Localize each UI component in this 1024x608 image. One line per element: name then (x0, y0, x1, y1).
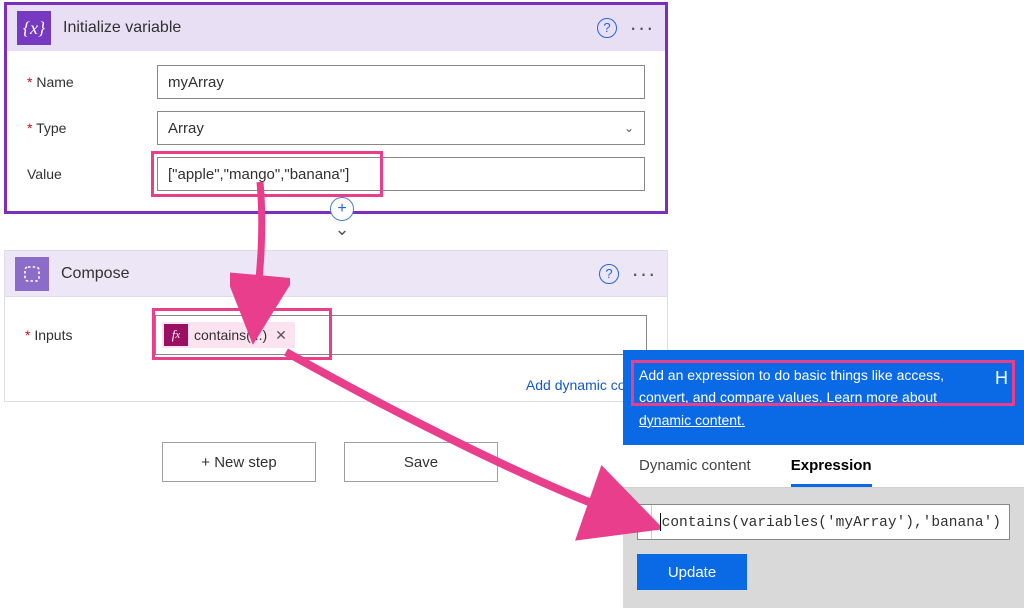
pill-text: contains(...) (194, 327, 267, 343)
initialize-variable-body: * Name myArray * Type Array ⌄ Value ["ap… (7, 51, 665, 211)
expression-panel: H Add an expression to do basic things l… (623, 350, 1024, 608)
update-button[interactable]: Update (637, 554, 747, 590)
compose-card: Compose ? ··· * Inputs fx contains(...) … (4, 250, 668, 402)
variable-icon: {x} (17, 11, 51, 45)
expression-tabs: Dynamic content Expression (623, 445, 1024, 488)
name-input[interactable]: myArray (157, 65, 645, 99)
add-step-icon[interactable]: + (330, 197, 354, 221)
expression-input[interactable]: fx contains(variables('myArray'),'banana… (637, 504, 1010, 540)
compose-icon (15, 257, 49, 291)
tab-dynamic-content[interactable]: Dynamic content (639, 457, 751, 487)
value-input[interactable]: ["apple","mango","banana"] (157, 157, 645, 191)
arrow-down-icon: ⌄ (328, 219, 356, 240)
fx-icon: fx (638, 505, 652, 539)
connector: + ⌄ (328, 197, 356, 240)
initialize-variable-card: {x} Initialize variable ? ··· * Name myA… (4, 2, 668, 214)
help-icon[interactable]: ? (597, 18, 617, 38)
name-label: * Name (27, 74, 157, 90)
type-select[interactable]: Array ⌄ (157, 111, 645, 145)
tab-expression[interactable]: Expression (791, 457, 872, 487)
help-icon[interactable]: ? (599, 264, 619, 284)
more-icon[interactable]: ··· (631, 261, 657, 287)
type-label: * Type (27, 120, 157, 136)
fx-icon: fx (164, 324, 188, 346)
card-title: Compose (61, 265, 587, 283)
expression-hint: H Add an expression to do basic things l… (623, 350, 1024, 445)
inputs-field[interactable]: fx contains(...) ✕ (155, 315, 647, 355)
chevron-down-icon: ⌄ (624, 121, 634, 135)
remove-pill-icon[interactable]: ✕ (273, 327, 289, 344)
compose-header[interactable]: Compose ? ··· (5, 251, 667, 297)
more-icon[interactable]: ··· (629, 15, 655, 41)
initialize-variable-header[interactable]: {x} Initialize variable ? ··· (7, 5, 665, 51)
inputs-label: * Inputs (25, 327, 155, 343)
hide-icon[interactable]: H (995, 364, 1008, 393)
card-title: Initialize variable (63, 19, 585, 37)
expression-pill[interactable]: fx contains(...) ✕ (162, 322, 295, 348)
action-buttons: + New step Save (162, 442, 498, 482)
value-label: Value (27, 166, 157, 182)
save-button[interactable]: Save (344, 442, 498, 482)
new-step-button[interactable]: + New step (162, 442, 316, 482)
